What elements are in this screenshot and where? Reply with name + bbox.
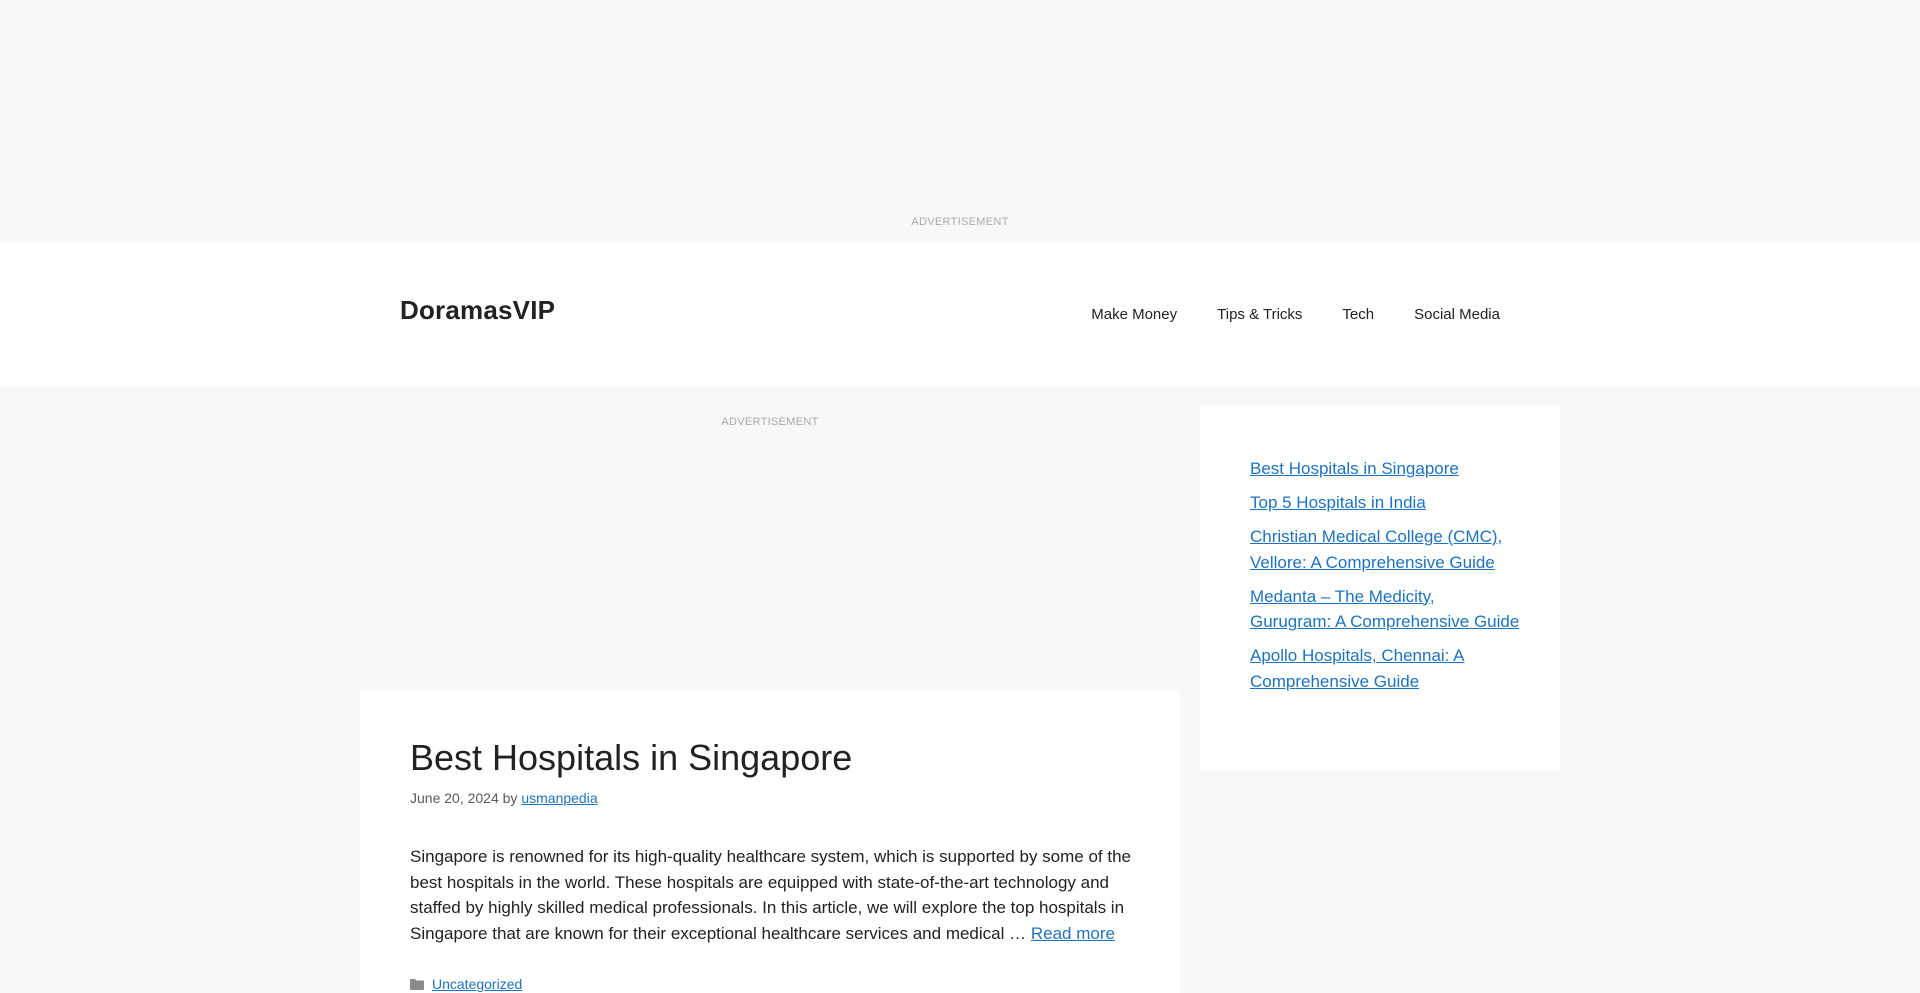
list-item: Top 5 Hospitals in India: [1250, 490, 1520, 516]
folder-icon: [410, 978, 424, 990]
post-title: Best Hospitals in Singapore: [410, 736, 852, 779]
advertisement-label: ADVERTISEMENT: [721, 416, 819, 428]
post-meta: June 20, 2024 by usmanpedia: [410, 790, 598, 806]
post-author-link[interactable]: usmanpedia: [521, 790, 597, 806]
list-item: Christian Medical College (CMC), Vellore…: [1250, 524, 1520, 575]
recent-post-link[interactable]: Best Hospitals in Singapore: [1250, 459, 1459, 478]
recent-post-link[interactable]: Top 5 Hospitals in India: [1250, 493, 1426, 512]
main-navigation: Make Money Tips & Tricks Tech Social Med…: [1091, 242, 1500, 386]
site-title[interactable]: DoramasVIP: [400, 295, 555, 326]
post-excerpt: Singapore is renowned for its high-quali…: [410, 844, 1140, 946]
recent-posts-list: Best Hospitals in Singapore Top 5 Hospit…: [1250, 456, 1520, 703]
list-item: Apollo Hospitals, Chennai: A Comprehensi…: [1250, 643, 1520, 694]
post-categories: Uncategorized: [410, 976, 522, 992]
recent-post-link[interactable]: Christian Medical College (CMC), Vellore…: [1250, 527, 1502, 572]
content-advertisement: ADVERTISEMENT: [360, 406, 1180, 690]
list-item: Medanta – The Medicity, Gurugram: A Comp…: [1250, 584, 1520, 635]
category-link[interactable]: Uncategorized: [432, 976, 522, 992]
list-item: Best Hospitals in Singapore: [1250, 456, 1520, 482]
nav-item-tech[interactable]: Tech: [1342, 306, 1374, 323]
nav-item-tips-tricks[interactable]: Tips & Tricks: [1217, 306, 1302, 323]
top-advertisement: ADVERTISEMENT: [0, 0, 1920, 242]
post-excerpt-text: Singapore is renowned for its high-quali…: [410, 847, 1131, 943]
post-title-link[interactable]: Best Hospitals in Singapore: [410, 737, 852, 778]
recent-post-link[interactable]: Apollo Hospitals, Chennai: A Comprehensi…: [1250, 646, 1465, 691]
post-by-label: by: [502, 790, 518, 806]
sidebar-recent-posts: Best Hospitals in Singapore Top 5 Hospit…: [1200, 406, 1560, 770]
site-header: DoramasVIP Make Money Tips & Tricks Tech…: [0, 242, 1920, 386]
nav-item-social-media[interactable]: Social Media: [1414, 306, 1500, 323]
recent-post-link[interactable]: Medanta – The Medicity, Gurugram: A Comp…: [1250, 587, 1519, 632]
advertisement-label: ADVERTISEMENT: [911, 216, 1009, 228]
read-more-link[interactable]: Read more: [1031, 924, 1115, 943]
nav-item-make-money[interactable]: Make Money: [1091, 306, 1177, 323]
post-date: June 20, 2024: [410, 790, 499, 806]
post-card: Best Hospitals in Singapore June 20, 202…: [360, 690, 1180, 993]
